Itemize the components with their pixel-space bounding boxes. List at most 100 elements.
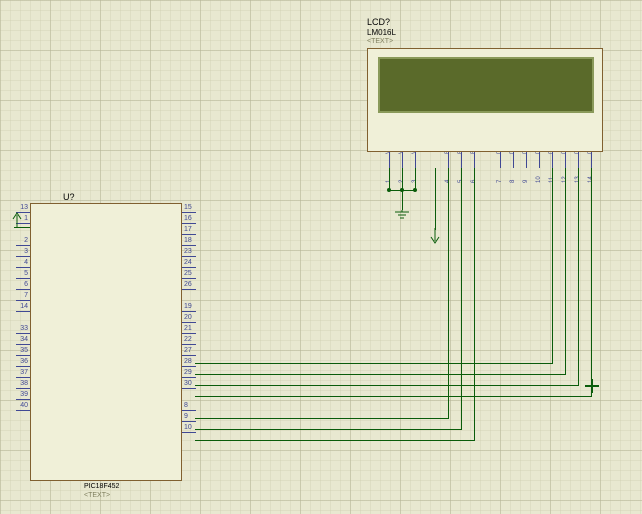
mcu-pin-number: 39 bbox=[18, 391, 28, 398]
mcu-pin-number: 4 bbox=[18, 259, 28, 266]
mcu-pin bbox=[182, 388, 196, 389]
lcd-screen bbox=[378, 57, 594, 113]
mcu-pin bbox=[16, 399, 30, 400]
mcu-pin-number: 33 bbox=[18, 325, 28, 332]
junction bbox=[400, 188, 404, 192]
lcd-pin bbox=[500, 152, 501, 168]
mcu-pin bbox=[16, 311, 30, 312]
mcu-pin-number: 37 bbox=[18, 369, 28, 376]
mcu-pin bbox=[16, 377, 30, 378]
mcu-pin bbox=[182, 311, 196, 312]
mcu-pin bbox=[16, 355, 30, 356]
lcd-pin-number: 7 bbox=[497, 180, 503, 183]
lcd-pin bbox=[402, 152, 403, 168]
mcu-pin bbox=[16, 267, 30, 268]
mcu-pin bbox=[182, 278, 196, 279]
lcd-pin bbox=[415, 152, 416, 168]
mcu-pin-number: 6 bbox=[18, 281, 28, 288]
mcu-pin-number: 10 bbox=[184, 424, 192, 431]
lcd-pin bbox=[552, 152, 553, 168]
lcd-pin bbox=[526, 152, 527, 168]
lcd-component[interactable] bbox=[367, 48, 603, 152]
lcd-pin-number: 8 bbox=[510, 180, 516, 183]
mcu-pin-number: 40 bbox=[18, 402, 28, 409]
mcu-pin bbox=[16, 333, 30, 334]
mcu-pin-number: 26 bbox=[184, 281, 192, 288]
mcu-text: <TEXT> bbox=[84, 492, 110, 499]
mcu-pin-number: 23 bbox=[184, 248, 192, 255]
mcu-pin-number: 24 bbox=[184, 259, 192, 266]
mcu-pin bbox=[16, 344, 30, 345]
mcu-pin bbox=[182, 322, 196, 323]
mcu-pin bbox=[182, 289, 196, 290]
mcu-pin bbox=[182, 245, 196, 246]
mcu-pin-number: 7 bbox=[18, 292, 28, 299]
mcu-pin-number: 2 bbox=[18, 237, 28, 244]
mcu-pin-number: 38 bbox=[18, 380, 28, 387]
mcu-pin bbox=[182, 333, 196, 334]
lcd-pin bbox=[591, 152, 592, 168]
mcu-pin bbox=[182, 344, 196, 345]
lcd-pin bbox=[513, 152, 514, 168]
mcu-pin bbox=[182, 432, 196, 433]
mcu-pin-number: 8 bbox=[184, 402, 188, 409]
mcu-pin-number: 5 bbox=[18, 270, 28, 277]
mcu-pin-number: 14 bbox=[18, 303, 28, 310]
mcu-pin-number: 27 bbox=[184, 347, 192, 354]
mcu-pin-number: 3 bbox=[18, 248, 28, 255]
mcu-pin bbox=[16, 256, 30, 257]
mcu-component[interactable] bbox=[30, 203, 182, 481]
lcd-pin bbox=[474, 152, 475, 168]
lcd-pin bbox=[565, 152, 566, 168]
cursor-marker bbox=[585, 379, 599, 393]
mcu-pin-number: 28 bbox=[184, 358, 192, 365]
mcu-part: PIC18F452 bbox=[84, 483, 119, 490]
mcu-pin-number: 9 bbox=[184, 413, 188, 420]
mcu-pin bbox=[16, 300, 30, 301]
lcd-ref: LCD? bbox=[367, 17, 390, 27]
mcu-pin-number: 15 bbox=[184, 204, 192, 211]
lcd-pin bbox=[578, 152, 579, 168]
mcu-pin-number: 19 bbox=[184, 303, 192, 310]
lcd-pin-number: 10 bbox=[536, 176, 542, 183]
mcu-pin bbox=[182, 234, 196, 235]
mcu-pin-number: 17 bbox=[184, 226, 192, 233]
mcu-pin-number: 36 bbox=[18, 358, 28, 365]
ground-icon bbox=[393, 210, 411, 222]
mcu-pin bbox=[16, 366, 30, 367]
mcu-pin bbox=[16, 410, 30, 411]
power-arrow-icon bbox=[10, 210, 24, 228]
mcu-pin bbox=[182, 223, 196, 224]
mcu-pin-number: 30 bbox=[184, 380, 192, 387]
lcd-pin bbox=[389, 152, 390, 168]
lcd-text: <TEXT> bbox=[367, 38, 393, 45]
mcu-pin-number: 29 bbox=[184, 369, 192, 376]
mcu-pin-number: 18 bbox=[184, 237, 192, 244]
mcu-pin bbox=[182, 212, 196, 213]
mcu-pin bbox=[16, 289, 30, 290]
mcu-pin bbox=[182, 410, 196, 411]
mcu-pin bbox=[182, 355, 196, 356]
mcu-pin bbox=[16, 245, 30, 246]
mcu-pin-number: 21 bbox=[184, 325, 192, 332]
lcd-pin bbox=[448, 152, 449, 168]
mcu-pin-number: 25 bbox=[184, 270, 192, 277]
mcu-pin-number: 20 bbox=[184, 314, 192, 321]
mcu-pin bbox=[182, 366, 196, 367]
mcu-pin bbox=[16, 388, 30, 389]
lcd-pin bbox=[461, 152, 462, 168]
mcu-pin-number: 35 bbox=[18, 347, 28, 354]
mcu-pin-number: 34 bbox=[18, 336, 28, 343]
mcu-pin-number: 22 bbox=[184, 336, 192, 343]
mcu-pin bbox=[182, 421, 196, 422]
lcd-pin bbox=[539, 152, 540, 168]
mcu-pin bbox=[182, 377, 196, 378]
lcd-pin-number: 9 bbox=[523, 180, 529, 183]
power-arrow-icon bbox=[428, 228, 442, 246]
mcu-pin bbox=[182, 256, 196, 257]
lcd-part: LM016L bbox=[367, 28, 396, 37]
mcu-ref: U? bbox=[63, 192, 75, 202]
junction bbox=[413, 188, 417, 192]
junction bbox=[387, 188, 391, 192]
mcu-pin bbox=[16, 278, 30, 279]
